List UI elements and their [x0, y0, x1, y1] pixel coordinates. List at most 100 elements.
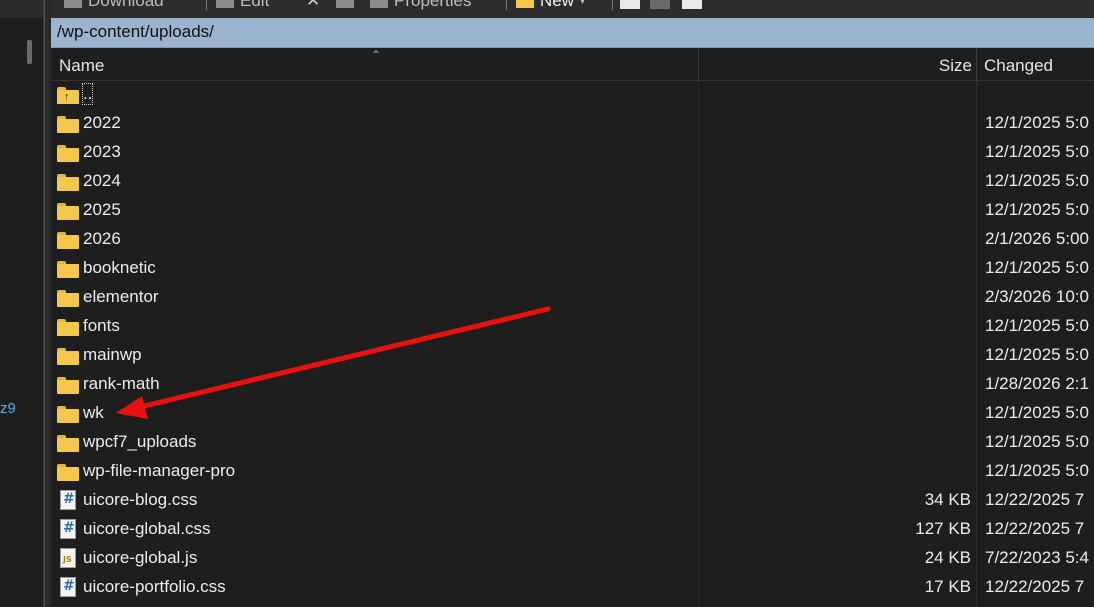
properties-icon	[370, 0, 388, 8]
filter-icon[interactable]	[682, 0, 702, 9]
folder-icon	[57, 405, 79, 423]
chevron-down-icon: ▾	[580, 0, 586, 7]
folder-icon	[57, 463, 79, 481]
folder-icon	[57, 347, 79, 365]
toolbar-separator	[506, 0, 507, 10]
file-name: fonts	[83, 316, 120, 335]
list-item[interactable]: JS uicore-global.js 24 KB 7/22/2023 5:4	[51, 544, 1094, 573]
file-changed: 12/1/2025 5:0	[985, 200, 1089, 219]
column-header: ⌃ Name Size Changed	[51, 48, 1094, 81]
pane-splitter[interactable]	[44, 0, 51, 607]
folder-icon	[57, 144, 79, 162]
file-name: 2024	[83, 171, 121, 190]
path-bar[interactable]: /wp-content/uploads/	[51, 18, 1094, 48]
list-item[interactable]: fonts 12/1/2025 5:0	[51, 312, 1094, 341]
list-item[interactable]: 2025 12/1/2025 5:0	[51, 196, 1094, 225]
toolbar: Download Edit ✕ Properties New ▾	[50, 0, 1094, 18]
file-size: 17 KB	[924, 577, 971, 596]
file-name: wpcf7_uploads	[83, 432, 197, 451]
file-changed: 12/1/2025 5:0	[985, 432, 1089, 451]
folder-icon	[57, 289, 79, 307]
list-item[interactable]: # uicore-blog.css 34 KB 12/22/2025 7	[51, 486, 1094, 515]
list-item[interactable]: # uicore-global.css 127 KB 12/22/2025 7	[51, 515, 1094, 544]
file-changed: 12/22/2025 7	[985, 490, 1085, 509]
folder-icon	[57, 202, 79, 220]
list-item[interactable]: # uicore-portfolio.css 17 KB 12/22/2025 …	[51, 573, 1094, 602]
folder-icon	[57, 260, 79, 278]
folder-icon	[57, 173, 79, 191]
left-pane-toolbar	[0, 0, 44, 18]
file-size: 24 KB	[924, 548, 971, 567]
file-list: ↑ .. 2022 12/1/2025 5:0 2023 12/1/2025 5…	[51, 80, 1094, 607]
file-changed: 2/3/2026 10:0	[985, 287, 1089, 306]
file-changed: 12/1/2025 5:0	[985, 171, 1089, 190]
select-all-icon[interactable]	[620, 0, 640, 9]
js-file-icon: JS	[57, 548, 79, 568]
file-name: uicore-global.css	[83, 519, 211, 538]
invert-selection-icon[interactable]	[650, 0, 670, 9]
properties-label: Properties	[394, 0, 472, 10]
list-item[interactable]: mainwp 12/1/2025 5:0	[51, 341, 1094, 370]
new-label: New	[540, 0, 575, 10]
rename-button[interactable]	[336, 0, 354, 10]
file-name: uicore-global.js	[83, 548, 198, 567]
file-name: uicore-portfolio.css	[83, 577, 226, 596]
new-button[interactable]: New ▾	[516, 0, 585, 10]
current-path: /wp-content/uploads/	[57, 22, 214, 41]
file-changed: 12/1/2025 5:0	[985, 258, 1089, 277]
list-item[interactable]: wp-file-manager-pro 12/1/2025 5:0	[51, 457, 1094, 486]
file-changed: 12/1/2025 5:0	[985, 403, 1089, 422]
file-changed: 7/22/2023 5:4	[985, 548, 1089, 567]
properties-button[interactable]: Properties	[370, 0, 471, 10]
folder-icon	[57, 434, 79, 452]
column-divider[interactable]	[976, 48, 977, 80]
column-size[interactable]: Size	[939, 56, 972, 76]
file-name: mainwp	[83, 345, 142, 364]
list-item[interactable]: 2026 2/1/2026 5:00	[51, 225, 1094, 254]
file-name: wp-file-manager-pro	[83, 461, 236, 480]
delete-button[interactable]: ✕	[306, 0, 320, 10]
file-name: 2025	[83, 200, 121, 219]
css-file-icon: #	[57, 577, 79, 597]
file-name: 2026	[83, 229, 121, 248]
column-changed[interactable]: Changed	[984, 56, 1053, 76]
folder-icon	[57, 231, 79, 249]
left-pane-scrollbar[interactable]	[27, 40, 32, 64]
file-name: uicore-blog.css	[83, 490, 198, 509]
list-item[interactable]: rank-math 1/28/2026 2:1	[51, 370, 1094, 399]
file-size: 127 KB	[915, 519, 971, 538]
file-changed: 12/1/2025 5:0	[985, 316, 1089, 335]
file-changed: 12/22/2025 7	[985, 577, 1085, 596]
list-item[interactable]: booknetic 12/1/2025 5:0	[51, 254, 1094, 283]
list-item-parent[interactable]: ↑ ..	[51, 80, 1094, 109]
file-changed: 12/1/2025 5:0	[985, 345, 1089, 364]
file-name: ..	[81, 83, 94, 105]
rename-icon	[336, 0, 354, 8]
folder-icon	[57, 318, 79, 336]
parent-folder-icon: ↑	[57, 86, 79, 104]
delete-icon: ✕	[306, 0, 321, 10]
file-changed: 2/1/2026 5:00	[985, 229, 1089, 248]
css-file-icon: #	[57, 519, 79, 539]
file-name: booknetic	[83, 258, 156, 277]
file-name: elementor	[83, 287, 159, 306]
edit-button[interactable]: Edit	[216, 0, 269, 10]
column-name[interactable]: Name	[59, 56, 104, 76]
toolbar-separator	[206, 0, 207, 10]
left-pane-text-fragment: z9	[0, 400, 16, 417]
list-item[interactable]: elementor 2/3/2026 10:0	[51, 283, 1094, 312]
list-item[interactable]: 2024 12/1/2025 5:0	[51, 167, 1094, 196]
download-button[interactable]: Download	[64, 0, 164, 10]
list-item[interactable]: 2023 12/1/2025 5:0	[51, 138, 1094, 167]
file-changed: 12/1/2025 5:0	[985, 142, 1089, 161]
file-changed: 12/1/2025 5:0	[985, 113, 1089, 132]
file-name: wk	[83, 403, 104, 422]
file-name: 2022	[83, 113, 121, 132]
file-changed: 12/22/2025 7	[985, 519, 1085, 538]
list-item[interactable]: 2022 12/1/2025 5:0	[51, 109, 1094, 138]
sort-ascending-icon: ⌃	[371, 48, 382, 62]
column-divider[interactable]	[698, 48, 699, 80]
css-file-icon: #	[57, 490, 79, 510]
list-item[interactable]: wpcf7_uploads 12/1/2025 5:0	[51, 428, 1094, 457]
list-item[interactable]: wk 12/1/2025 5:0	[51, 399, 1094, 428]
